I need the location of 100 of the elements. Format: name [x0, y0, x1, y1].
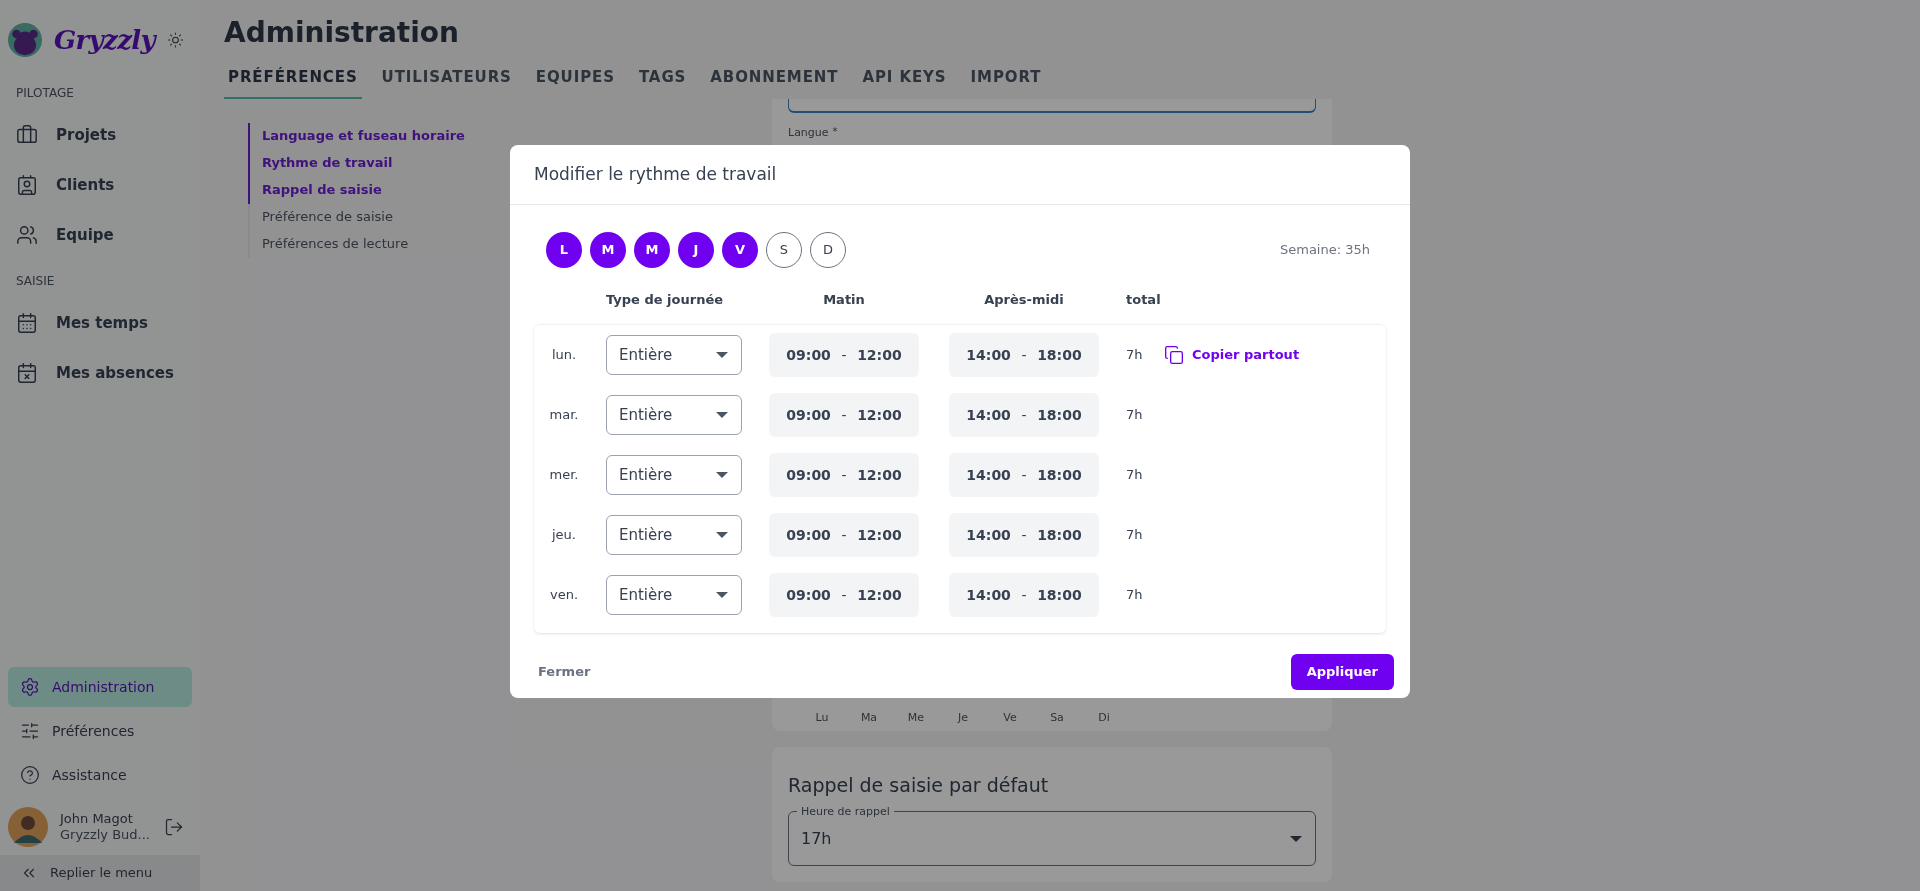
time-separator: - [1021, 465, 1027, 485]
caret-icon [715, 531, 729, 539]
day-type-select[interactable]: Entière [606, 455, 742, 495]
time-separator: - [1021, 525, 1027, 545]
calendar-x-icon [16, 362, 38, 384]
time-field[interactable]: 09:00 [786, 404, 831, 426]
day-total: 7h [1126, 586, 1144, 605]
time-separator: - [841, 465, 847, 485]
day-toggle[interactable]: L [546, 232, 582, 268]
theme-toggle-icon[interactable] [167, 30, 184, 50]
time-separator: - [841, 345, 847, 365]
weekday-label: Ve [1002, 710, 1018, 726]
page-title: Administration [224, 15, 460, 51]
time-field[interactable]: 18:00 [1037, 344, 1082, 366]
day-label: mar. [548, 406, 580, 425]
field-label: Langue [788, 126, 829, 138]
weekday-label: Lu [814, 710, 830, 726]
time-field[interactable]: 12:00 [857, 524, 902, 546]
column-header: Après-midi [983, 291, 1065, 310]
nav-item[interactable]: Projets [0, 110, 200, 160]
weekday-label: Sa [1049, 710, 1065, 726]
dialog-title: Modifier le rythme de travail [510, 145, 1410, 205]
time-field[interactable]: 14:00 [966, 404, 1011, 426]
caret-icon [715, 351, 729, 359]
tab[interactable]: ABONNEMENT [706, 62, 843, 99]
tab[interactable]: EQUIPES [531, 62, 619, 99]
nav-item[interactable]: Administration [8, 667, 192, 707]
tab[interactable]: API KEYS [858, 62, 951, 99]
time-field[interactable]: 12:00 [857, 404, 902, 426]
nav-item[interactable]: Assistance [8, 755, 192, 795]
user-name: John Magot [60, 810, 134, 827]
logo-icon [8, 20, 42, 60]
time-field[interactable]: 14:00 [966, 524, 1011, 546]
day-label: mer. [548, 466, 580, 485]
time-field[interactable]: 09:00 [786, 584, 831, 606]
time-field[interactable]: 18:00 [1037, 584, 1082, 606]
time-separator: - [1021, 585, 1027, 605]
copy-everywhere-button[interactable]: Copier partout [1164, 345, 1300, 365]
time-field[interactable]: 12:00 [857, 464, 902, 486]
briefcase-icon [16, 124, 38, 146]
day-type-select[interactable]: Entière [606, 335, 742, 375]
day-total: 7h [1126, 526, 1144, 545]
time-separator: - [841, 405, 847, 425]
sliders-icon [20, 721, 40, 741]
weekday-label: Me [906, 710, 926, 726]
time-field[interactable]: 09:00 [786, 524, 831, 546]
time-field[interactable]: 14:00 [966, 464, 1011, 486]
nav-item[interactable]: Equipe [0, 210, 200, 260]
day-toggle[interactable]: V [722, 232, 758, 268]
time-field[interactable]: 09:00 [786, 344, 831, 366]
day-toggle[interactable]: M [590, 232, 626, 268]
day-toggle[interactable]: M [634, 232, 670, 268]
settings-icon [20, 677, 40, 697]
tab[interactable]: UTILISATEURS [377, 62, 516, 99]
day-toggle[interactable]: J [678, 232, 714, 268]
day-total: 7h [1126, 406, 1144, 425]
time-field[interactable]: 18:00 [1037, 464, 1082, 486]
column-header: Matin [822, 291, 866, 310]
day-type-select[interactable]: Entière [606, 395, 742, 435]
copy-icon [1164, 345, 1184, 365]
collapse-menu-button[interactable]: Replier le menu [0, 855, 200, 891]
time-field[interactable]: 18:00 [1037, 404, 1082, 426]
nav-item[interactable]: Mes temps [0, 298, 200, 348]
section-title: PILOTAGE [15, 85, 75, 102]
users-icon [16, 224, 38, 246]
logout-icon[interactable] [164, 817, 184, 837]
nav-item[interactable]: Préférences [8, 711, 192, 751]
caret-icon [715, 591, 729, 599]
user-company: Gryzzly Bud... [60, 827, 150, 844]
week-total: Semaine: 35h [1279, 241, 1370, 260]
card-title: Rappel de saisie par défaut [788, 772, 1050, 798]
nav-item[interactable]: Clients [0, 160, 200, 210]
close-button[interactable]: Fermer [526, 654, 603, 690]
time-field[interactable]: 18:00 [1037, 524, 1082, 546]
tab[interactable]: PRÉFÉRENCES [224, 62, 362, 99]
column-header: Type de journée [606, 291, 725, 310]
time-field[interactable]: 14:00 [966, 344, 1011, 366]
apply-button[interactable]: Appliquer [1290, 654, 1394, 690]
brand-logo: Gryzzly [54, 23, 155, 57]
time-separator: - [841, 525, 847, 545]
day-label: lun. [550, 346, 578, 365]
day-label: ven. [548, 586, 580, 605]
day-type-select[interactable]: Entière [606, 515, 742, 555]
nav-item[interactable]: Mes absences [0, 348, 200, 398]
day-total: 7h [1126, 466, 1144, 485]
caret-icon [1289, 834, 1303, 843]
day-type-select[interactable]: Entière [606, 575, 742, 615]
time-field[interactable]: 12:00 [857, 584, 902, 606]
contact-book-icon [16, 174, 38, 196]
time-separator: - [841, 585, 847, 605]
time-field[interactable]: 09:00 [786, 464, 831, 486]
caret-icon [715, 471, 729, 479]
weekday-label: Ma [859, 710, 879, 726]
tab[interactable]: IMPORT [966, 62, 1046, 99]
calendar-icon [16, 312, 38, 334]
weekday-label: Je [956, 710, 969, 726]
tab[interactable]: TAGS [634, 62, 691, 99]
time-field[interactable]: 14:00 [966, 584, 1011, 606]
caret-icon [715, 411, 729, 419]
time-field[interactable]: 12:00 [857, 344, 902, 366]
